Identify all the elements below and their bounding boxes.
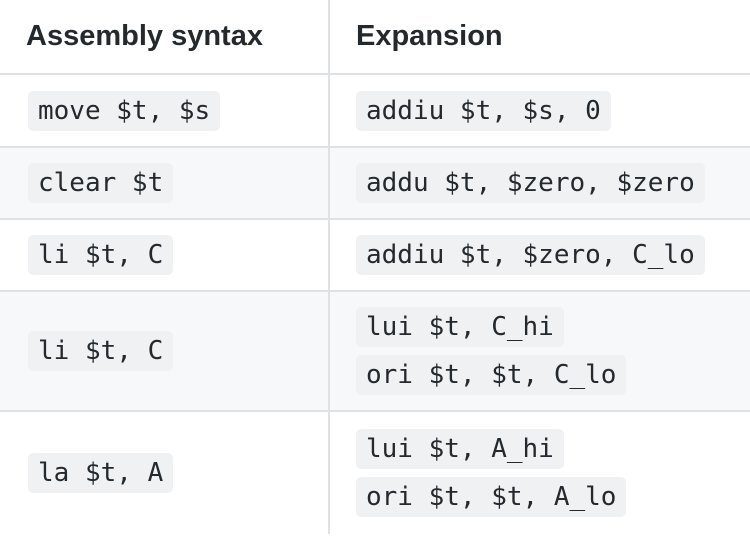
syntax-cell: li $t, C (0, 218, 330, 292)
code-snippet: ori $t, $t, A_lo (356, 477, 627, 517)
code-snippet: la $t, A (28, 453, 174, 493)
table-row: la $t, A lui $t, A_hi ori $t, $t, A_lo (0, 410, 750, 534)
table-row: clear $t addu $t, $zero, $zero (0, 146, 750, 220)
expansion-cell: addiu $t, $s, 0 (328, 73, 750, 148)
code-snippet: ori $t, $t, C_lo (356, 355, 627, 395)
code-snippet: lui $t, C_hi (356, 307, 564, 347)
expansion-cell: lui $t, A_hi ori $t, $t, A_lo (328, 410, 750, 534)
table-row: move $t, $s addiu $t, $s, 0 (0, 73, 750, 148)
syntax-cell: li $t, C (0, 290, 330, 412)
expansion-cell: addu $t, $zero, $zero (328, 146, 750, 220)
header-row: Assembly syntax Expansion (0, 0, 750, 75)
syntax-cell: la $t, A (0, 410, 330, 534)
syntax-cell: move $t, $s (0, 73, 330, 148)
code-snippet: clear $t (28, 163, 174, 203)
code-snippet: addiu $t, $zero, C_lo (356, 235, 705, 275)
expansion-cell: addiu $t, $zero, C_lo (328, 218, 750, 292)
expansion-cell: lui $t, C_hi ori $t, $t, C_lo (328, 290, 750, 412)
syntax-cell: clear $t (0, 146, 330, 220)
code-snippet: addu $t, $zero, $zero (356, 163, 705, 203)
header-assembly-syntax: Assembly syntax (0, 0, 330, 75)
header-expansion: Expansion (328, 0, 750, 75)
syntax-expansion-table: Assembly syntax Expansion move $t, $s ad… (0, 0, 750, 534)
code-snippet: addiu $t, $s, 0 (356, 90, 611, 131)
table-row: li $t, C addiu $t, $zero, C_lo (0, 218, 750, 292)
code-snippet: li $t, C (28, 235, 174, 275)
code-snippet: li $t, C (28, 331, 174, 371)
table-row: li $t, C lui $t, C_hi ori $t, $t, C_lo (0, 290, 750, 412)
code-snippet: move $t, $s (28, 90, 221, 131)
code-snippet: lui $t, A_hi (356, 429, 564, 469)
